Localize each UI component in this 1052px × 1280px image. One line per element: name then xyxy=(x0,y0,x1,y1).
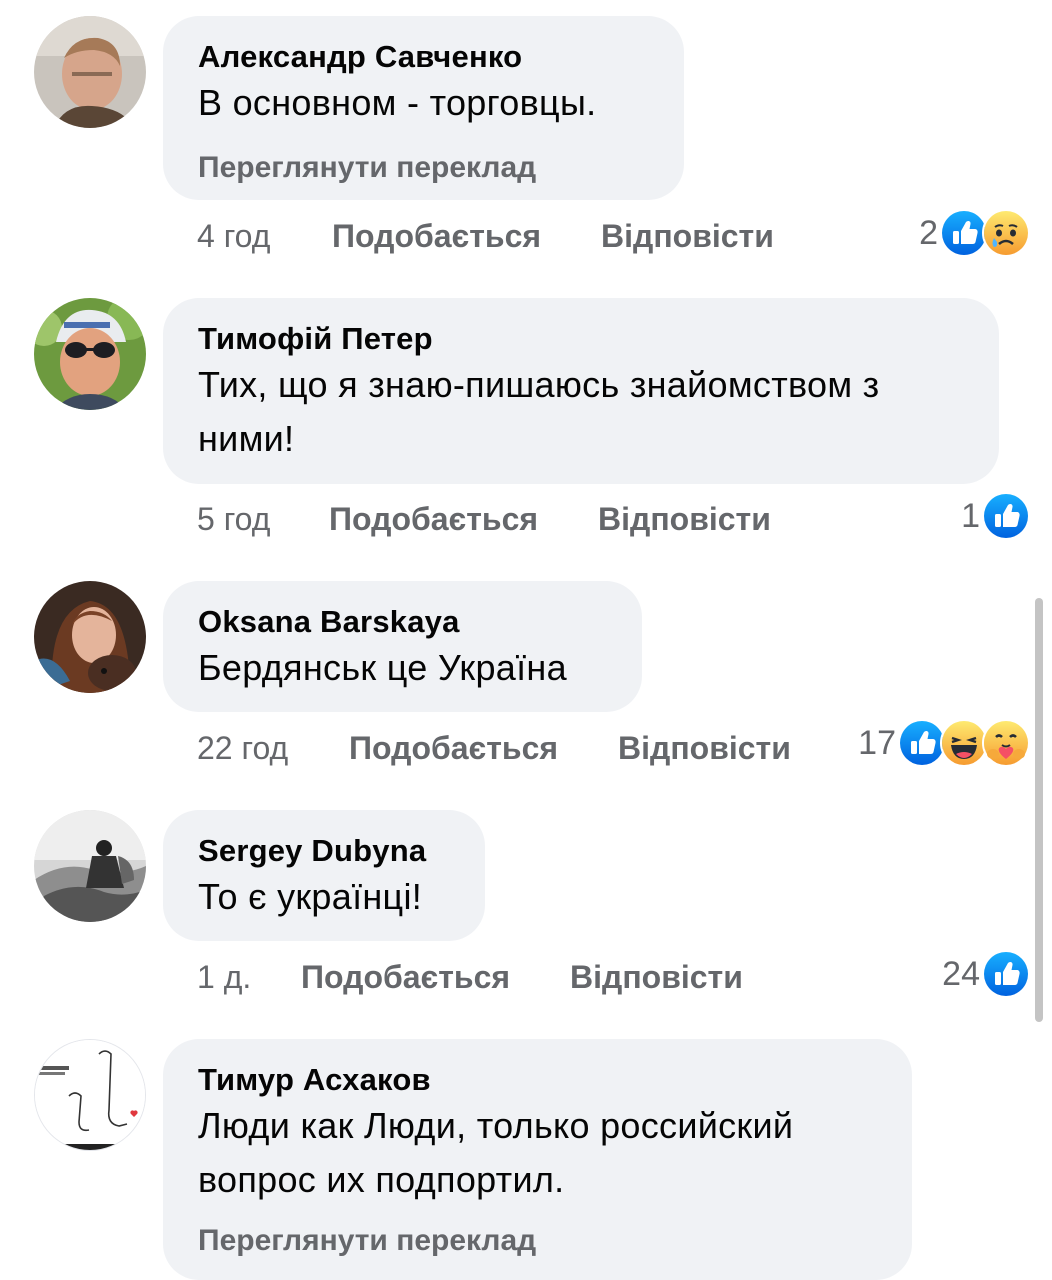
reaction-summary[interactable]: 1 xyxy=(961,492,1030,540)
like-button[interactable]: Подобається xyxy=(332,214,541,258)
comment-text: То є українці! xyxy=(198,876,423,917)
comment-author[interactable]: Oksana Barskaya xyxy=(198,603,606,641)
reaction-count: 24 xyxy=(942,954,980,993)
comment-time[interactable]: 1 д. xyxy=(197,955,251,999)
like-icon xyxy=(940,209,988,257)
like-icon xyxy=(982,950,1030,998)
like-button[interactable]: Подобається xyxy=(349,726,558,770)
haha-icon xyxy=(940,719,988,767)
reply-button[interactable]: Відповісти xyxy=(598,497,771,541)
reply-button[interactable]: Відповісти xyxy=(618,726,791,770)
avatar[interactable] xyxy=(34,1039,146,1151)
comment-author[interactable]: Sergey Dubyna xyxy=(198,832,449,870)
comment-actions: 22 год Подобається Відповісти xyxy=(197,726,837,770)
comment-bubble: Oksana Barskaya Бердянськ це Україна xyxy=(163,581,642,712)
comment-text-line: вопрос их подпортил. xyxy=(198,1159,565,1200)
comment-actions: 1 д. Подобається Відповісти xyxy=(197,955,837,999)
comment-bubble: Тимур Асхаков Люди как Люди, только росс… xyxy=(163,1039,912,1280)
comment-actions: 5 год Подобається Відповісти xyxy=(197,497,1037,541)
reply-button[interactable]: Відповісти xyxy=(570,955,743,999)
see-translation-link[interactable]: Переглянути переклад xyxy=(198,148,648,188)
reaction-summary[interactable]: 2 xyxy=(919,209,1030,257)
reaction-count: 2 xyxy=(919,213,938,252)
comment-bubble: Александр Савченко В основном - торговцы… xyxy=(163,16,684,200)
comment-text: Тих, що я знаю-пишаюсь знайомством з ним… xyxy=(198,358,963,466)
reaction-summary[interactable]: 17 xyxy=(858,719,1030,767)
comment-actions: 4 год Подобається Відповісти xyxy=(197,214,1037,258)
reaction-count: 17 xyxy=(858,723,896,762)
comment-text-line: Люди как Люди, только российский xyxy=(198,1105,794,1146)
see-translation-link[interactable]: Переглянути переклад xyxy=(198,1221,876,1261)
scrollbar[interactable] xyxy=(1035,598,1043,1022)
avatar[interactable] xyxy=(34,298,146,410)
comment-bubble: Sergey Dubyna То є українці! xyxy=(163,810,485,941)
comment-time[interactable]: 22 год xyxy=(197,726,288,770)
like-icon xyxy=(898,719,946,767)
comment-time[interactable]: 5 год xyxy=(197,497,270,541)
comment-author[interactable]: Александр Савченко xyxy=(198,38,648,76)
comment-author[interactable]: Тимофій Петер xyxy=(198,320,963,358)
comment-text: Люди как Люди, только российский вопрос … xyxy=(198,1099,876,1207)
like-icon xyxy=(982,492,1030,540)
reaction-count: 1 xyxy=(961,496,980,535)
reaction-summary[interactable]: 24 xyxy=(942,950,1030,998)
reply-button[interactable]: Відповісти xyxy=(601,214,774,258)
sad-icon xyxy=(982,209,1030,257)
avatar[interactable] xyxy=(34,16,146,128)
care-icon xyxy=(982,719,1030,767)
comment-text-line: Тих, що я знаю-пишаюсь знайомством з xyxy=(198,364,880,405)
comment-text: В основном - торговцы. xyxy=(198,82,597,123)
avatar[interactable] xyxy=(34,810,146,922)
comment-author[interactable]: Тимур Асхаков xyxy=(198,1061,876,1099)
comment-text-line: ними! xyxy=(198,418,295,459)
avatar[interactable] xyxy=(34,581,146,693)
like-button[interactable]: Подобається xyxy=(329,497,538,541)
comment-text: Бердянськ це Україна xyxy=(198,647,567,688)
comment-bubble: Тимофій Петер Тих, що я знаю-пишаюсь зна… xyxy=(163,298,999,484)
like-button[interactable]: Подобається xyxy=(301,955,510,999)
comment-time[interactable]: 4 год xyxy=(197,214,270,258)
